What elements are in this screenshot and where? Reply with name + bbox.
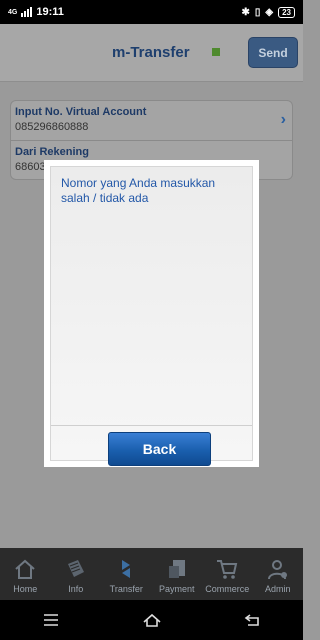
- nav-label-admin: Admin: [264, 584, 291, 594]
- bottom-nav: Home Info Transfer Payment Commerce Admi…: [0, 548, 303, 600]
- error-dialog: Nomor yang Anda masukkan salah / tidak a…: [44, 160, 259, 467]
- chevron-right-icon[interactable]: ›: [281, 111, 286, 129]
- divider: [11, 140, 292, 141]
- nav-item-info[interactable]: Info: [52, 558, 100, 594]
- virtual-account-field[interactable]: Input No. Virtual Account 085296860888: [15, 106, 285, 133]
- nav-label-transfer: Transfer: [109, 584, 143, 594]
- app-header: m-Transfer Send: [0, 24, 303, 82]
- back-button[interactable]: Back: [108, 432, 211, 466]
- error-message: Nomor yang Anda masukkan salah / tidak a…: [61, 176, 216, 205]
- back-nav-icon[interactable]: [244, 612, 262, 628]
- virtual-account-label: Input No. Virtual Account: [15, 106, 147, 118]
- system-nav-bar: [0, 600, 303, 640]
- battery-icon: 23: [278, 6, 295, 18]
- nav-label-home: Home: [13, 584, 38, 594]
- wifi-icon: ◈: [265, 6, 274, 18]
- admin-icon: [267, 560, 287, 580]
- nav-item-commerce[interactable]: Commerce: [203, 558, 251, 594]
- status-bar: 4G 19:11 ✱ ▯ ◈ 23: [0, 0, 303, 24]
- page-title: m-Transfer: [112, 44, 190, 61]
- dialog-body: Nomor yang Anda masukkan salah / tidak a…: [50, 166, 253, 466]
- nav-label-info: Info: [68, 584, 84, 594]
- nav-item-payment[interactable]: Payment: [153, 558, 201, 594]
- nav-item-transfer[interactable]: Transfer: [102, 558, 150, 594]
- home-button-icon[interactable]: [142, 612, 161, 628]
- menu-icon[interactable]: [42, 612, 60, 628]
- status-indicator: [212, 48, 220, 56]
- vibrate-icon: ▯: [254, 6, 261, 18]
- send-button[interactable]: Send: [248, 37, 298, 68]
- nav-label-payment: Payment: [158, 584, 195, 594]
- home-icon: [15, 559, 35, 579]
- virtual-account-value: 085296860888: [15, 121, 89, 133]
- cart-icon: [217, 560, 238, 579]
- signal-icon: [21, 7, 33, 17]
- clock: 19:11: [36, 6, 64, 18]
- nav-item-admin[interactable]: Admin: [254, 558, 302, 594]
- bluetooth-icon: ✱: [241, 6, 250, 18]
- nav-item-home[interactable]: Home: [1, 558, 49, 594]
- source-account-label: Dari Rekening: [15, 146, 89, 158]
- network-label: 4G: [8, 8, 18, 16]
- transfer-icon: [122, 560, 131, 578]
- dialog-divider: [51, 425, 252, 426]
- info-icon: [67, 560, 84, 577]
- nav-label-commerce: Commerce: [205, 584, 250, 594]
- payment-icon: [168, 560, 185, 578]
